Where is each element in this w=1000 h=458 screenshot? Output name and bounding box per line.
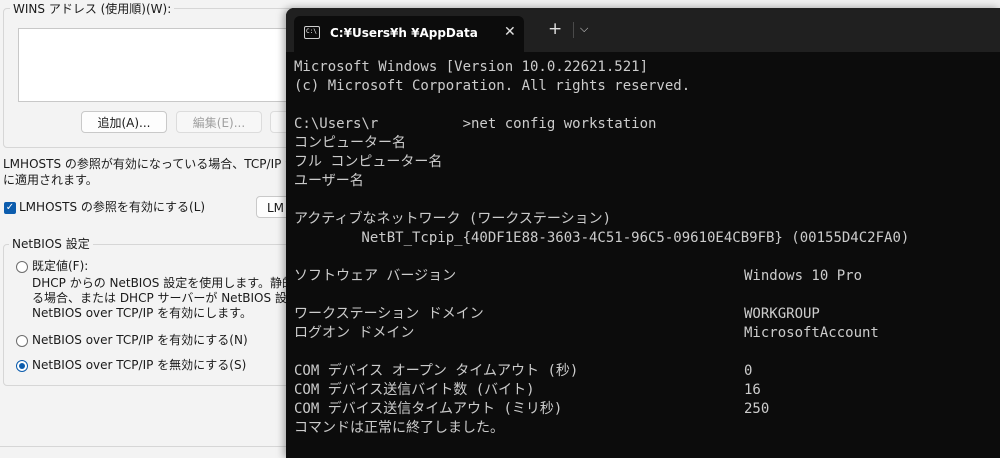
console-value: 0 [744, 363, 753, 379]
lmhosts-description-line2: に適用されます。 [3, 173, 98, 187]
console-line: フル コンピューター名 [294, 153, 909, 172]
new-tab-icon[interactable]: + [548, 21, 562, 38]
console-text: ログオン ドメイン [294, 325, 415, 341]
checkmark-icon: ✓ [5, 202, 15, 213]
console-text: COM デバイス送信タイムアウト (ミリ秒) [294, 401, 563, 417]
console-line: アクティブなネットワーク (ワークステーション) [294, 210, 909, 229]
console-text: フル コンピューター名 [294, 154, 443, 170]
console-text: コンピューター名 [294, 135, 406, 151]
lmhosts-description-line1: LMHOSTS の参照が有効になっている場合、TCP/IP が使用 [3, 157, 322, 171]
console-text: (c) Microsoft Corporation. All rights re… [294, 78, 691, 94]
netbios-group-title: NetBIOS 設定 [9, 237, 93, 251]
console-line: COM デバイス送信バイト数 (バイト) 16 [294, 381, 909, 400]
netbios-default-desc-line2: る場合、または DHCP サーバーが NetBIOS 設定を提 [32, 291, 323, 305]
console-text: Microsoft Windows [Version 10.0.22621.52… [294, 59, 649, 75]
netbios-default-radio[interactable] [16, 261, 28, 273]
console-text: COM デバイス送信バイト数 (バイト) [294, 382, 535, 398]
console-line: C:\Users\r >net config workstation [294, 115, 909, 134]
netbios-disable-radio[interactable] [16, 360, 28, 372]
netbios-default-desc-line3: NetBIOS over TCP/IP を有効にします。 [32, 306, 252, 320]
netbios-enable-radio[interactable] [16, 335, 28, 347]
console-line: ソフトウェア バージョン Windows 10 Pro [294, 267, 909, 286]
console-text: コマンドは正常に終了しました。 [294, 420, 504, 436]
dialog-bottom-divider [0, 446, 286, 447]
console-text: COM デバイス オープン タイムアウト (秒) [294, 363, 579, 379]
wins-group-title: WINS アドレス (使用順)(W): [10, 2, 175, 16]
close-tab-icon[interactable]: ✕ [504, 24, 516, 40]
console-line: ユーザー名 [294, 172, 909, 191]
console-text: ユーザー名 [294, 173, 364, 189]
console-value: 250 [744, 401, 770, 417]
console-output[interactable]: Microsoft Windows [Version 10.0.22621.52… [294, 58, 909, 438]
console-value: Windows 10 Pro [744, 268, 863, 284]
console-value: MicrosoftAccount [744, 325, 879, 341]
console-line: COM デバイス送信タイムアウト (ミリ秒) 250 [294, 400, 909, 419]
titlebar-divider [573, 22, 574, 38]
console-text: ワークステーション ドメイン [294, 306, 484, 322]
netbios-default-label[interactable]: 既定値(F): [32, 259, 88, 274]
wins-add-button[interactable]: 追加(A)... [81, 111, 167, 133]
command-prompt-icon: C:\ [304, 26, 320, 39]
console-text: NetBT_Tcpip_{40DF1E88-3603-4C51-96C5-096… [294, 230, 910, 246]
console-line: コマンドは正常に終了しました。 [294, 419, 909, 438]
console-value: 16 [744, 382, 761, 398]
console-line: ログオン ドメイン MicrosoftAccount [294, 324, 909, 343]
console-line: (c) Microsoft Corporation. All rights re… [294, 77, 909, 96]
lmhosts-checkbox-label[interactable]: LMHOSTS の参照を有効にする(L) [19, 200, 205, 215]
chevron-down-icon[interactable]: ⌵ [580, 22, 588, 36]
wins-address-list[interactable] [18, 28, 310, 102]
console-value: WORKGROUP [744, 306, 820, 322]
terminal-tab[interactable]: C:\ C:¥Users¥h ¥AppData ✕ [294, 16, 524, 52]
terminal-window[interactable]: C:\ C:¥Users¥h ¥AppData ✕ + ⌵ Microsoft … [286, 8, 1000, 458]
tab-title: C:¥Users¥h ¥AppData [330, 26, 478, 40]
console-line: ワークステーション ドメイン WORKGROUP [294, 305, 909, 324]
console-line: Microsoft Windows [Version 10.0.22621.52… [294, 58, 909, 77]
netbios-disable-label[interactable]: NetBIOS over TCP/IP を無効にする(S) [32, 358, 246, 373]
console-line: コンピューター名 [294, 134, 909, 153]
console-line: NetBT_Tcpip_{40DF1E88-3603-4C51-96C5-096… [294, 229, 909, 248]
console-line: COM デバイス オープン タイムアウト (秒) 0 [294, 362, 909, 381]
console-text: C:\Users\r >net config workstation [294, 116, 657, 132]
console-text: アクティブなネットワーク (ワークステーション) [294, 211, 612, 227]
netbios-default-desc-line1: DHCP からの NetBIOS 設定を使用します。静的 IP [32, 276, 309, 290]
wins-edit-button[interactable]: 編集(E)... [176, 111, 262, 133]
netbios-enable-label[interactable]: NetBIOS over TCP/IP を有効にする(N) [32, 333, 248, 348]
terminal-titlebar[interactable]: C:\ C:¥Users¥h ¥AppData ✕ + ⌵ [286, 8, 1000, 52]
lmhosts-checkbox[interactable]: ✓ [4, 202, 16, 214]
console-text: ソフトウェア バージョン [294, 268, 457, 284]
